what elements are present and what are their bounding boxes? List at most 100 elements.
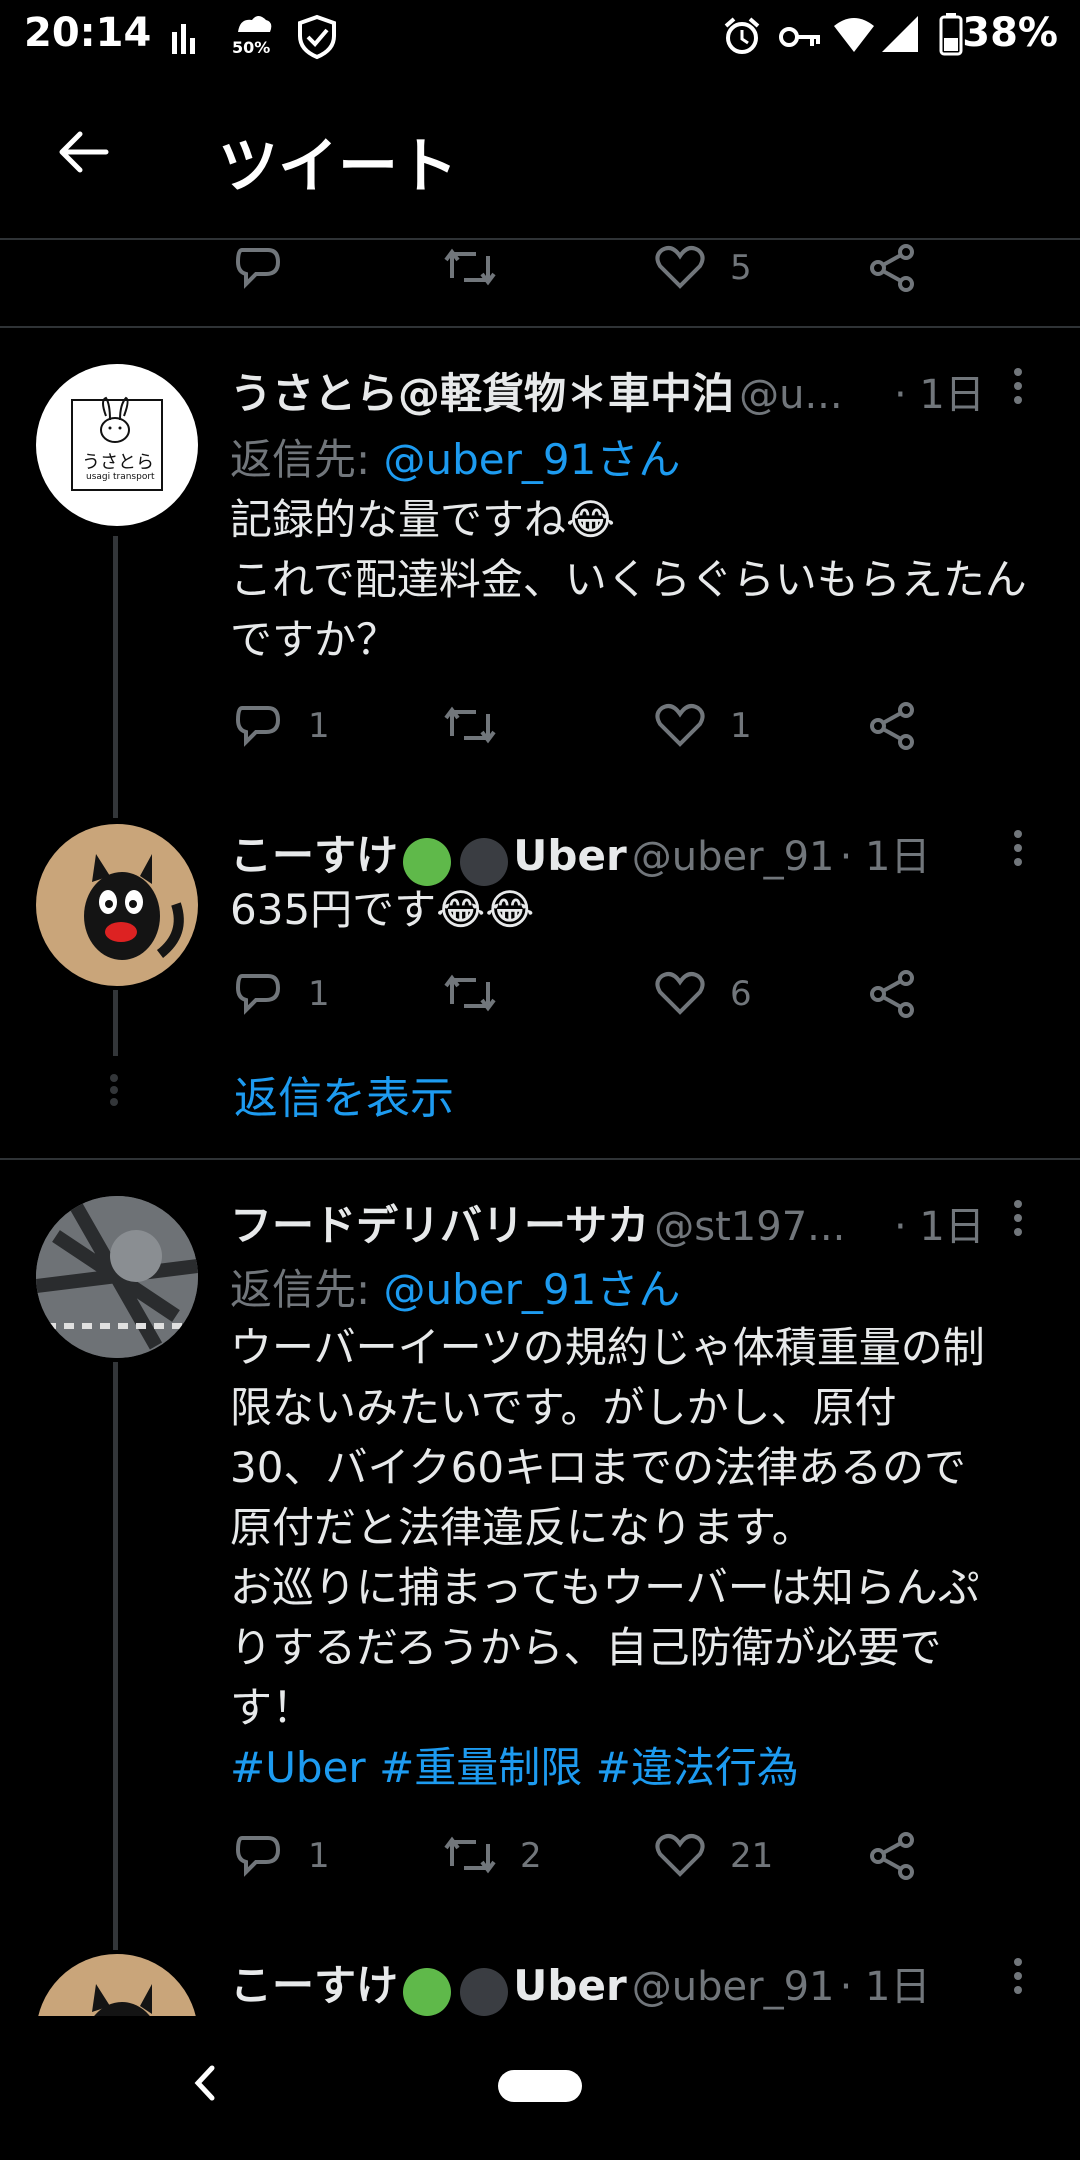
tweet-text-line: お巡りに捕まってもウーバーは知らんぷ xyxy=(230,1563,980,1612)
display-name[interactable]: フードデリバリーサカ xyxy=(230,1201,649,1250)
more-options-icon[interactable] xyxy=(1012,824,1024,872)
back-arrow-icon[interactable] xyxy=(54,128,110,180)
black-circle-icon xyxy=(460,837,509,886)
like-count: 1 xyxy=(730,706,752,746)
status-time: 20:14 xyxy=(24,10,152,56)
tweet-text: ウーバーイーツの規約じゃ体積重量の制 限ないみたいです。がしかし、原付 30、バ… xyxy=(230,1318,1070,1798)
battery-percent: 38% xyxy=(962,10,1058,56)
retweet-count: 2 xyxy=(520,1836,542,1876)
reply-count: 1 xyxy=(308,974,330,1014)
reply-button[interactable]: 1 xyxy=(232,1830,352,1886)
share-button[interactable] xyxy=(866,700,922,756)
thread-line xyxy=(113,536,118,818)
signal-bars-icon xyxy=(170,18,200,60)
tweet-time[interactable]: · 1日 xyxy=(840,834,931,880)
nav-back-icon[interactable] xyxy=(190,2062,220,2108)
like-button[interactable]: 5 xyxy=(654,242,774,298)
tweet-text-line: 限ないみたいです。がしかし、原付 xyxy=(230,1383,897,1432)
tweet-time[interactable]: · 1日 xyxy=(840,1964,931,2010)
tweet-time[interactable]: · 1日 xyxy=(894,362,985,420)
retweet-button[interactable] xyxy=(440,968,504,1024)
avatar[interactable]: うさとら usagi transport xyxy=(36,364,198,526)
avatar[interactable] xyxy=(36,1954,198,2016)
thread-continuation-dots xyxy=(110,1070,120,1110)
reply-to-user-link[interactable]: @uber_91さん xyxy=(384,1265,681,1314)
hashtag-link[interactable]: #重量制限 xyxy=(379,1743,582,1792)
avatar-logo-text: うさとら xyxy=(82,452,154,473)
share-button[interactable] xyxy=(866,968,922,1024)
wifi-icon xyxy=(832,14,876,58)
show-replies-link[interactable]: 返信を表示 xyxy=(234,1062,454,1126)
data-saver-label: 50% xyxy=(232,38,271,57)
more-options-icon[interactable] xyxy=(1012,362,1024,410)
like-button[interactable]: 21 xyxy=(654,1830,784,1886)
reply-to-user-link[interactable]: @uber_91さん xyxy=(384,435,681,484)
tweet-text-line: 原付だと法律違反になります。 xyxy=(230,1503,814,1552)
cell-signal-icon xyxy=(880,14,920,58)
tweet-time[interactable]: · 1日 xyxy=(894,1194,985,1252)
hashtags: #Uber #重量制限 #違法行為 xyxy=(230,1738,1070,1798)
top-app-bar: ツイート xyxy=(0,74,1080,238)
user-handle[interactable]: @uber_91 xyxy=(632,1964,835,2010)
green-circle-icon xyxy=(403,837,452,886)
alarm-icon xyxy=(722,16,762,60)
tweet-text-line: す！ xyxy=(230,1683,315,1732)
reply-count: 1 xyxy=(308,1836,330,1876)
tweet-kosuke-partial[interactable]: こーすけ Uber @uber_91 · 1日 xyxy=(0,1940,1080,2016)
display-name[interactable]: こーすけ xyxy=(230,831,398,880)
like-button[interactable]: 1 xyxy=(654,700,774,756)
display-name-suffix[interactable]: Uber xyxy=(513,1961,626,2010)
tweet-text: 635円です😂😂 xyxy=(230,885,535,934)
thread-line xyxy=(113,990,118,1056)
like-count: 21 xyxy=(730,1836,774,1876)
reply-to: 返信先: @uber_91さん xyxy=(230,1256,680,1317)
reply-button[interactable]: 1 xyxy=(232,968,352,1024)
more-options-icon[interactable] xyxy=(1012,1194,1024,1242)
tweet-header: フードデリバリーサカ @st197... xyxy=(230,1192,910,1253)
retweet-button[interactable] xyxy=(440,242,504,298)
reply-button[interactable]: 1 xyxy=(232,700,352,756)
tweet-text-rest: これで配達料金、いくらぐらいもらえたんですか？ xyxy=(230,555,1027,664)
tweet-header: こーすけ Uber @uber_91 · 1日 xyxy=(230,1952,990,2016)
page-title: ツイート xyxy=(218,132,458,202)
vpn-key-icon xyxy=(778,22,822,56)
reply-count: 1 xyxy=(308,706,330,746)
retweet-button[interactable] xyxy=(440,700,504,756)
like-count: 5 xyxy=(730,248,752,288)
black-circle-icon xyxy=(460,1967,509,2016)
user-handle[interactable]: @u... xyxy=(739,372,843,418)
share-button[interactable] xyxy=(866,242,922,298)
display-name[interactable]: こーすけ xyxy=(230,1961,398,2010)
reply-button[interactable] xyxy=(232,242,292,298)
system-nav-bar xyxy=(0,2016,1080,2160)
display-name-suffix[interactable]: Uber xyxy=(513,831,626,880)
thread-line xyxy=(113,1362,118,1950)
user-handle[interactable]: @uber_91 xyxy=(632,834,835,880)
tweet-text: 記録的な量ですね😂 これで配達料金、いくらぐらいもらえたんですか？ xyxy=(230,490,1050,670)
reply-to-prefix: 返信先: xyxy=(230,435,384,484)
tweet-text-line: 記録的な量ですね😂 xyxy=(230,495,616,544)
tweet-header: うさとら@軽貨物＊車中泊 @u... xyxy=(230,360,970,421)
battery-icon xyxy=(938,12,964,60)
reply-to-prefix: 返信先: xyxy=(230,1265,384,1314)
like-count: 6 xyxy=(730,974,752,1014)
like-button[interactable]: 6 xyxy=(654,968,774,1024)
avatar[interactable] xyxy=(36,1196,198,1358)
green-circle-icon xyxy=(403,1967,452,2016)
shield-check-icon xyxy=(296,14,338,64)
user-handle[interactable]: @st197... xyxy=(654,1204,845,1250)
hashtag-link[interactable]: #違法行為 xyxy=(596,1743,799,1792)
retweet-button[interactable]: 2 xyxy=(440,1830,560,1886)
tweet-text-line: りするだろうから、自己防衛が必要で xyxy=(230,1623,942,1672)
header-divider xyxy=(0,238,1080,240)
section-divider xyxy=(0,1158,1080,1160)
display-name[interactable]: うさとら@軽貨物＊車中泊 xyxy=(230,369,734,418)
home-pill-button[interactable] xyxy=(498,2070,582,2102)
status-bar: 20:14 50% 38% xyxy=(0,0,1080,74)
tweet-text-line: ウーバーイーツの規約じゃ体積重量の制 xyxy=(230,1323,985,1372)
avatar-logo-subtext: usagi transport xyxy=(86,472,155,482)
share-button[interactable] xyxy=(866,1830,922,1886)
hashtag-link[interactable]: #Uber xyxy=(230,1743,366,1792)
avatar[interactable] xyxy=(36,824,198,986)
more-options-icon[interactable] xyxy=(1012,1952,1024,2000)
